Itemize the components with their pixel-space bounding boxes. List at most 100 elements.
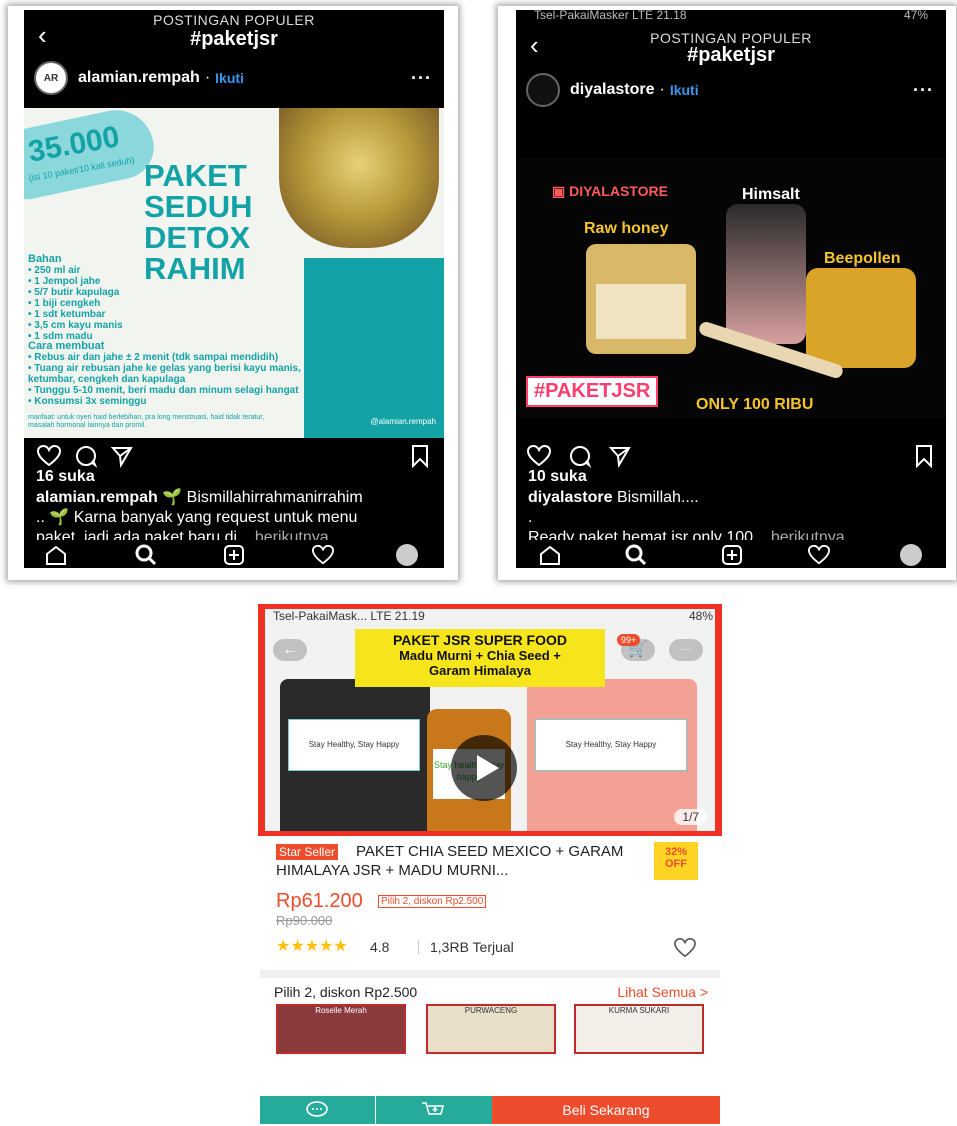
- product-image-carousel[interactable]: Tsel-PakaiMask... LTE 21.19 48% Stay Hea…: [260, 604, 720, 836]
- status-bar: Tsel-PakaiMasker LTE 21.18 47%: [516, 10, 946, 22]
- avatar[interactable]: AR: [34, 61, 68, 95]
- tea-glass-photo: [279, 108, 439, 248]
- back-chevron-icon[interactable]: ‹: [38, 20, 47, 51]
- comment-icon[interactable]: [74, 444, 98, 468]
- bookmark-icon[interactable]: [914, 444, 934, 468]
- image-headline: PAKET SEDUH DETOX RAHIM: [144, 158, 253, 286]
- bundle-item-label: PURWACENG: [464, 1006, 518, 1015]
- banner-line: PAKET JSR SUPER FOOD: [393, 632, 567, 648]
- post-header: diyalastore · Ikuti ···: [516, 70, 946, 110]
- banner-line: Madu Murni + Chia Seed +: [399, 648, 561, 663]
- himsalt-jar: [726, 204, 806, 344]
- bottom-action-bar: Beli Sekarang: [260, 1096, 720, 1124]
- like-count[interactable]: 16 suka: [36, 468, 95, 486]
- image-handle: @alamian.rempah: [370, 417, 436, 426]
- shopee-product-screen: Tsel-PakaiMask... LTE 21.19 48% Stay Hea…: [260, 604, 720, 1124]
- new-post-icon[interactable]: [222, 544, 246, 566]
- post-image[interactable]: ▣ DIYALASTORE Himsalt Raw honey Beepolle…: [516, 158, 946, 418]
- home-icon[interactable]: [44, 544, 68, 566]
- post-image[interactable]: 35.000 (isi 10 paket/10 kali seduh) PAKE…: [24, 108, 444, 438]
- star-rating-icon: ★★★★★: [276, 938, 348, 955]
- product-banner: PAKET JSR SUPER FOOD Madu Murni + Chia S…: [355, 629, 605, 687]
- rating-value: 4.8: [370, 939, 390, 955]
- bag-label: Stay Healthy, Stay Happy: [535, 719, 687, 771]
- more-options-icon[interactable]: ···: [411, 68, 432, 89]
- image-note: manfaat: untuk nyeri haid berlebihan, pr…: [28, 414, 265, 429]
- follow-button[interactable]: Ikuti: [215, 70, 244, 86]
- search-icon[interactable]: [134, 544, 158, 566]
- share-icon[interactable]: [608, 444, 632, 468]
- chat-icon: [306, 1101, 328, 1117]
- bookmark-icon[interactable]: [410, 444, 430, 468]
- search-icon[interactable]: [624, 544, 648, 566]
- more-options-icon[interactable]: ···: [913, 80, 934, 101]
- back-chevron-icon[interactable]: ‹: [530, 30, 539, 61]
- bundle-item[interactable]: PURWACENG: [426, 1004, 556, 1054]
- bag-label: Stay Healthy, Stay Happy: [288, 719, 420, 771]
- see-all-link[interactable]: Lihat Semua >: [617, 984, 708, 1000]
- play-icon[interactable]: [451, 735, 517, 801]
- discount-percent: 32%: [664, 846, 688, 858]
- carrier-status: Tsel-PakaiMask... LTE 21.19: [273, 609, 425, 623]
- bahan-item: • 3,5 cm kayu manis: [28, 320, 123, 331]
- avatar[interactable]: [526, 73, 560, 107]
- buy-now-button[interactable]: Beli Sekarang: [492, 1096, 720, 1124]
- username[interactable]: alamian.rempah: [78, 69, 200, 87]
- image-price: ONLY 100 RIBU: [696, 396, 814, 413]
- beepollen-jar: [806, 268, 916, 368]
- bahan-list: • 250 ml air • 1 Jempol jahe • 5/7 butir…: [28, 265, 123, 342]
- bottom-navigation: [516, 540, 946, 568]
- username[interactable]: diyalastore: [570, 81, 654, 99]
- divider: [418, 940, 419, 954]
- add-to-cart-button[interactable]: [376, 1096, 492, 1124]
- new-post-icon[interactable]: [720, 544, 744, 566]
- activity-heart-icon[interactable]: [806, 544, 832, 566]
- separator-dot: ·: [204, 69, 211, 86]
- instagram-post-screen-2: Tsel-PakaiMasker LTE 21.18 47% POSTINGAN…: [516, 10, 946, 568]
- follow-button[interactable]: Ikuti: [670, 82, 699, 98]
- label-raw-honey: Raw honey: [584, 220, 669, 237]
- hashtag-title: #paketjsr: [687, 44, 775, 66]
- cara-item: • Tuang air rebusan jahe ke gelas yang b…: [28, 363, 301, 385]
- honey-jar: [586, 244, 696, 354]
- screen-title: POSTINGAN POPULER: [153, 12, 315, 28]
- bundle-title: Pilih 2, diskon Rp2.500: [274, 984, 418, 1000]
- add-cart-icon: [422, 1102, 445, 1115]
- heart-icon[interactable]: [36, 444, 62, 468]
- chia-seed-bag: Stay Healthy, Stay Happy: [280, 679, 430, 831]
- label-himsalt: Himsalt: [742, 186, 800, 203]
- product-price: Rp61.200: [276, 890, 363, 912]
- back-arrow-icon[interactable]: ←: [273, 639, 307, 661]
- bundle-item[interactable]: Roselle Merah: [276, 1004, 406, 1054]
- bundle-item-label: KURMA SUKARI: [608, 1006, 670, 1015]
- share-icon[interactable]: [110, 444, 134, 468]
- chat-button[interactable]: [260, 1096, 375, 1124]
- cara-heading: Cara membuat: [28, 340, 105, 352]
- promo-tag[interactable]: Pilih 2, diskon Rp2.500: [378, 895, 487, 908]
- caption-username[interactable]: alamian.rempah: [36, 489, 158, 506]
- like-count[interactable]: 10 suka: [528, 468, 587, 486]
- bundle-item[interactable]: KURMA SUKARI: [574, 1004, 704, 1054]
- bahan-item: • 5/7 butir kapulaga: [28, 287, 120, 298]
- label-beepollen: Beepollen: [824, 250, 901, 267]
- himalaya-salt-bag: Stay Healthy, Stay Happy: [527, 679, 697, 831]
- battery-level: 48%: [688, 609, 713, 623]
- caption-username[interactable]: diyalastore: [528, 489, 612, 506]
- image-brand: ▣ DIYALASTORE: [552, 183, 668, 199]
- bahan-item: • 1 biji cengkeh: [28, 298, 101, 309]
- sold-count: 1,3RB Terjual: [430, 939, 514, 955]
- profile-avatar[interactable]: [900, 544, 922, 566]
- cara-item: • Konsumsi 3x seminggu: [28, 396, 147, 407]
- cara-list: • Rebus air dan jahe ± 2 menit (tdk samp…: [28, 352, 303, 407]
- status-bar: Tsel-PakaiMask... LTE 21.19 48%: [273, 609, 713, 623]
- comment-icon[interactable]: [568, 444, 592, 468]
- banner-line: Garam Himalaya: [429, 663, 531, 678]
- activity-heart-icon[interactable]: [310, 544, 336, 566]
- heart-icon[interactable]: [526, 444, 552, 468]
- more-options-icon[interactable]: ···: [669, 639, 703, 661]
- home-icon[interactable]: [538, 544, 562, 566]
- top-bar: Tsel-PakaiMasker LTE 21.18 47% POSTINGAN…: [516, 10, 946, 68]
- bahan-heading: Bahan: [28, 253, 62, 265]
- profile-avatar[interactable]: [396, 544, 418, 566]
- favorite-heart-icon[interactable]: [672, 937, 698, 959]
